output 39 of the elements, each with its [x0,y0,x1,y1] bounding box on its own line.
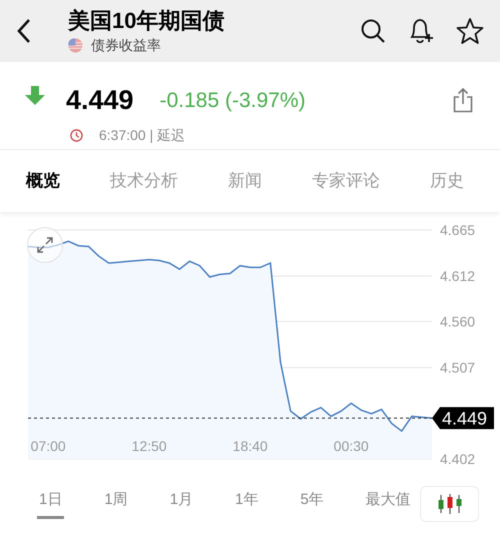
x-axis-label: 12:50 [132,438,167,454]
update-time: 6:37:00 | 延迟 [99,126,186,145]
bell-plus-icon[interactable] [408,17,434,45]
y-axis-label: 4.612 [440,268,476,284]
price-tag: 4.449 [432,407,494,430]
share-icon[interactable] [453,87,473,114]
range-tab[interactable]: 1周 [102,489,130,519]
search-icon[interactable] [360,18,386,44]
y-axis-label: 4.665 [440,222,476,238]
candlestick-icon [436,494,462,514]
y-axis-label: 4.560 [440,313,476,330]
star-icon[interactable] [456,17,484,45]
range-tab[interactable]: 1日 [37,489,64,519]
x-axis-label: 07:00 [30,438,66,454]
candlestick-button[interactable] [420,486,479,522]
expand-icon [36,236,54,254]
ref-line-label: 4.449 [442,408,488,429]
down-arrow-icon [24,86,46,106]
clock-icon [70,128,83,142]
x-axis-label: 00:30 [334,438,369,454]
range-tab[interactable]: 1月 [168,489,196,519]
price: 4.449 [66,84,134,117]
x-axis-label: 18:40 [232,438,268,454]
expand-button[interactable] [27,227,63,263]
tab[interactable]: 专家评论 [312,168,380,194]
page-title: 美国10年期国债 [68,6,224,34]
back-icon[interactable] [16,18,32,44]
tab[interactable]: 概览 [26,168,60,194]
y-axis-label: 4.402 [440,451,476,467]
subtitle: 债券收益率 [91,36,161,54]
y-axis-label: 4.507 [440,360,476,376]
tab[interactable]: 新闻 [228,168,262,194]
range-tab[interactable]: 最大值 [364,489,413,519]
range-tab[interactable]: 5年 [298,489,326,519]
flag-icon [68,38,83,52]
range-tab[interactable]: 1年 [233,489,260,519]
price-change: -0.185 (-3.97%) [160,88,306,114]
tab[interactable]: 历史 [430,168,464,194]
tab[interactable]: 技术分析 [110,168,178,194]
